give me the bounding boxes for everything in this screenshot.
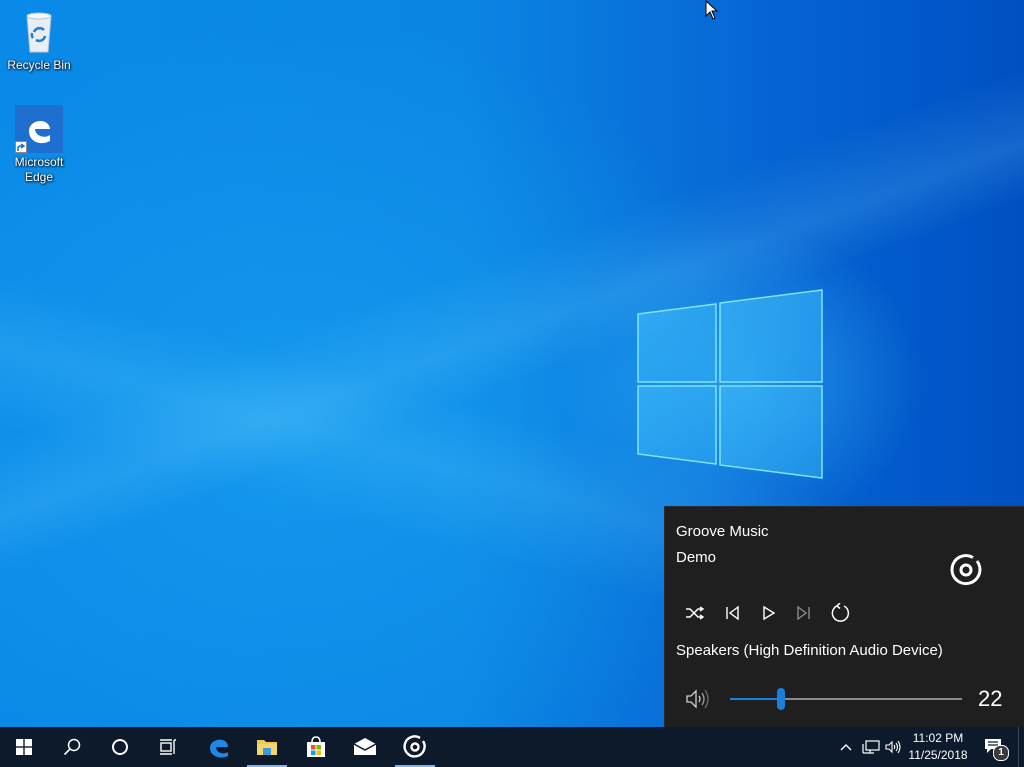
speaker-icon — [686, 689, 709, 709]
speaker-mute-button[interactable] — [685, 688, 713, 710]
volume-slider-thumb[interactable] — [777, 688, 786, 710]
volume-tray-button[interactable] — [883, 727, 905, 767]
previous-track-icon — [726, 605, 739, 621]
search-button[interactable] — [48, 727, 96, 767]
desktop-icon-label: Microsoft Edge — [14, 155, 64, 184]
repeat-button[interactable] — [826, 599, 854, 627]
desktop-icon-microsoft-edge[interactable]: Microsoft Edge — [1, 105, 77, 185]
media-track-title: Demo — [676, 549, 717, 566]
taskbar-app-mail[interactable] — [341, 727, 389, 767]
next-track-icon — [797, 605, 810, 621]
desktop-icon-label: Recycle Bin — [7, 58, 71, 72]
groove-music-icon — [403, 735, 426, 758]
start-button[interactable] — [0, 727, 48, 767]
show-hidden-icons-button[interactable] — [836, 727, 856, 767]
volume-value: 22 — [978, 686, 1003, 711]
audio-output-device[interactable]: Speakers (High Definition Audio Device) — [676, 642, 943, 659]
store-icon — [307, 736, 325, 757]
recycle-bin-icon — [15, 8, 63, 56]
show-desktop-button[interactable] — [1018, 727, 1024, 767]
edge-icon — [15, 105, 63, 153]
taskbar-app-store[interactable] — [292, 727, 340, 767]
previous-track-button[interactable] — [718, 599, 746, 627]
play-button[interactable] — [754, 599, 782, 627]
volume-slider-fill — [730, 698, 782, 700]
edge-icon — [210, 739, 228, 758]
shuffle-button[interactable] — [681, 599, 709, 627]
taskbar-app-file-explorer[interactable] — [243, 727, 291, 767]
volume-slider[interactable] — [730, 688, 962, 710]
task-view-icon — [160, 739, 176, 755]
play-icon — [763, 605, 776, 621]
clock-time: 11:02 PM — [912, 731, 964, 745]
cortana-icon — [112, 739, 128, 755]
groove-music-icon — [949, 553, 983, 587]
chevron-up-icon — [840, 744, 852, 751]
shortcut-arrow-icon — [15, 141, 27, 153]
clock[interactable]: 11:02 PM 11/25/2018 — [904, 730, 972, 764]
taskbar-app-edge[interactable] — [195, 727, 243, 767]
clock-date: 11/25/2018 — [908, 748, 968, 762]
cortana-button[interactable] — [96, 727, 144, 767]
media-volume-flyout: Groove Music Demo Speakers (High Definit… — [664, 506, 1024, 727]
shuffle-icon — [686, 606, 705, 620]
next-track-button[interactable] — [790, 599, 818, 627]
notification-count-badge: 1 — [993, 745, 1009, 761]
action-center-button[interactable]: 1 — [980, 727, 1010, 767]
media-app-name: Groove Music — [676, 523, 769, 540]
desktop-icon-recycle-bin[interactable]: Recycle Bin — [1, 8, 77, 73]
windows-logo-wallpaper — [637, 289, 823, 479]
taskbar: 11:02 PM 11/25/2018 1 — [0, 727, 1024, 767]
folder-icon — [257, 740, 277, 755]
taskbar-app-groove-music[interactable] — [391, 727, 439, 767]
speaker-icon — [885, 740, 901, 754]
search-icon — [63, 738, 81, 756]
windows-start-icon — [16, 739, 32, 755]
repeat-icon — [831, 603, 850, 622]
mail-icon — [353, 738, 377, 755]
task-view-button[interactable] — [144, 727, 192, 767]
network-tray-button[interactable] — [859, 727, 883, 767]
network-icon — [862, 740, 880, 754]
mouse-cursor-icon — [705, 0, 719, 20]
